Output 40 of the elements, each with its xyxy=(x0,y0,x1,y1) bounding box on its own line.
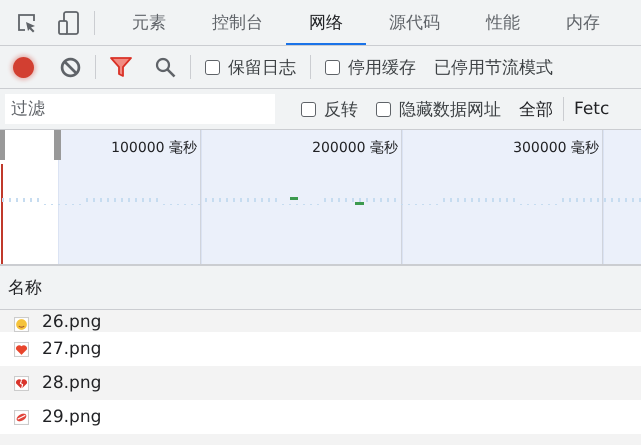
filter-icon[interactable] xyxy=(110,56,132,78)
type-filter-button[interactable]: 全部 xyxy=(519,98,553,120)
checkbox-label[interactable]: 停用缓存 xyxy=(348,56,416,78)
search-icon[interactable] xyxy=(155,56,176,78)
file-name: 26.png xyxy=(42,312,102,332)
panel-tab[interactable]: 性能 xyxy=(463,0,543,45)
time-tick-label: 100000 毫秒 xyxy=(111,139,197,157)
image-thumbnail-icon xyxy=(14,410,29,424)
record-button[interactable] xyxy=(13,56,34,78)
time-tick-label: 200000 毫秒 xyxy=(312,139,398,157)
image-thumbnail-icon xyxy=(14,342,29,356)
table-row[interactable]: 29.png xyxy=(0,400,641,434)
checkbox-label[interactable]: 反转 xyxy=(324,98,358,120)
image-thumbnail-icon xyxy=(14,376,29,390)
type-filter-button[interactable]: Fetc xyxy=(574,99,610,119)
range-handle[interactable] xyxy=(54,130,61,160)
checkbox[interactable] xyxy=(376,102,391,116)
file-name: 27.png xyxy=(42,339,102,359)
range-handle[interactable] xyxy=(0,130,5,160)
file-name: 29.png xyxy=(42,407,102,427)
checkbox[interactable] xyxy=(325,60,340,74)
throttling-dropdown[interactable]: 已停用节流模式 xyxy=(434,56,553,78)
panel-tab[interactable]: 控制台 xyxy=(189,0,286,45)
panel-tab[interactable]: 内存 xyxy=(543,0,623,45)
file-name: 28.png xyxy=(42,373,102,393)
device-toggle-icon[interactable] xyxy=(58,10,80,34)
column-header[interactable]: 名称 xyxy=(8,276,42,299)
network-overview-timeline[interactable]: 100000 毫秒 200000 毫秒 300000 毫秒 xyxy=(0,130,641,266)
inspect-cursor-icon[interactable] xyxy=(16,12,38,34)
table-row[interactable]: 27.png xyxy=(0,332,641,366)
image-thumbnail-icon xyxy=(14,317,29,332)
time-tick-label: 300000 毫秒 xyxy=(513,139,599,157)
checkbox[interactable] xyxy=(301,102,316,116)
filter-field[interactable]: 过滤 xyxy=(5,94,275,124)
panel-tab[interactable]: 元素 xyxy=(109,0,189,45)
clear-icon[interactable] xyxy=(60,56,81,78)
panel-tab[interactable]: 源代码 xyxy=(366,0,463,45)
checkbox-label[interactable]: 保留日志 xyxy=(228,56,296,78)
checkbox-label[interactable]: 隐藏数据网址 xyxy=(399,98,501,120)
checkbox[interactable] xyxy=(205,60,220,74)
